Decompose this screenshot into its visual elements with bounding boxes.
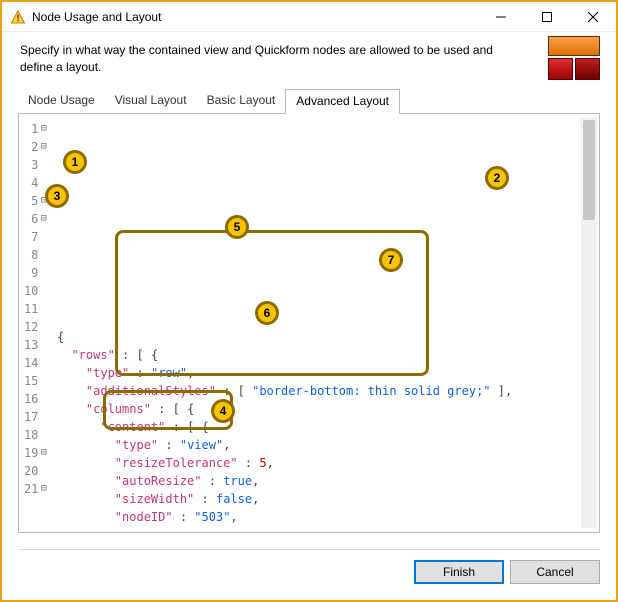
tab-node-usage[interactable]: Node Usage <box>18 89 105 114</box>
vertical-scrollbar[interactable] <box>581 118 597 528</box>
title-bar: Node Usage and Layout <box>2 2 616 32</box>
tab-strip: Node Usage Visual Layout Basic Layout Ad… <box>18 88 600 113</box>
app-logo <box>548 36 600 80</box>
callout-1: 1 <box>63 150 87 174</box>
dialog-description: Specify in what way the contained view a… <box>20 42 510 76</box>
advanced-layout-panel: 1⊟2⊟345⊟6⊟78910111213141516171819⊟2021⊟ … <box>18 113 600 533</box>
code-line[interactable]: "content" : [ { <box>57 420 581 438</box>
maximize-button[interactable] <box>524 2 570 31</box>
minimize-button[interactable] <box>478 2 524 31</box>
callout-2: 2 <box>485 166 509 190</box>
callout-5: 5 <box>225 215 249 239</box>
code-line[interactable]: "nodeID" : "503", <box>57 510 581 528</box>
code-gutter: 1⊟2⊟345⊟6⊟78910111213141516171819⊟2021⊟ <box>23 118 51 528</box>
code-line[interactable]: { <box>57 330 581 348</box>
dialog-header: Specify in what way the contained view a… <box>2 32 616 88</box>
finish-button[interactable]: Finish <box>414 560 504 584</box>
code-line[interactable]: "sizeWidth" : false, <box>57 492 581 510</box>
code-line[interactable]: "additionalStyles" : [ "border-bottom: t… <box>57 384 581 402</box>
code-line[interactable]: "resizeTolerance" : 5, <box>57 456 581 474</box>
callout-3: 3 <box>45 184 69 208</box>
tab-advanced-layout[interactable]: Advanced Layout <box>285 89 400 114</box>
warning-icon <box>10 9 26 25</box>
callout-7: 7 <box>379 248 403 272</box>
window-title: Node Usage and Layout <box>32 10 478 24</box>
scrollbar-thumb[interactable] <box>583 120 595 220</box>
callout-6: 6 <box>255 301 279 325</box>
code-line[interactable]: "rows" : [ { <box>57 348 581 366</box>
code-line[interactable]: "autoResize" : true, <box>57 474 581 492</box>
dialog-footer: Finish Cancel <box>18 549 600 584</box>
code-editor[interactable]: { "rows" : [ { "type" : "row", "addition… <box>51 118 581 528</box>
tab-basic-layout[interactable]: Basic Layout <box>197 89 286 114</box>
code-line[interactable]: "columns" : [ { <box>57 402 581 420</box>
callout-4: 4 <box>211 399 235 423</box>
cancel-button[interactable]: Cancel <box>510 560 600 584</box>
code-line[interactable]: "type" : "view", <box>57 438 581 456</box>
code-line[interactable]: "type" : "row", <box>57 366 581 384</box>
close-button[interactable] <box>570 2 616 31</box>
tab-visual-layout[interactable]: Visual Layout <box>105 89 197 114</box>
